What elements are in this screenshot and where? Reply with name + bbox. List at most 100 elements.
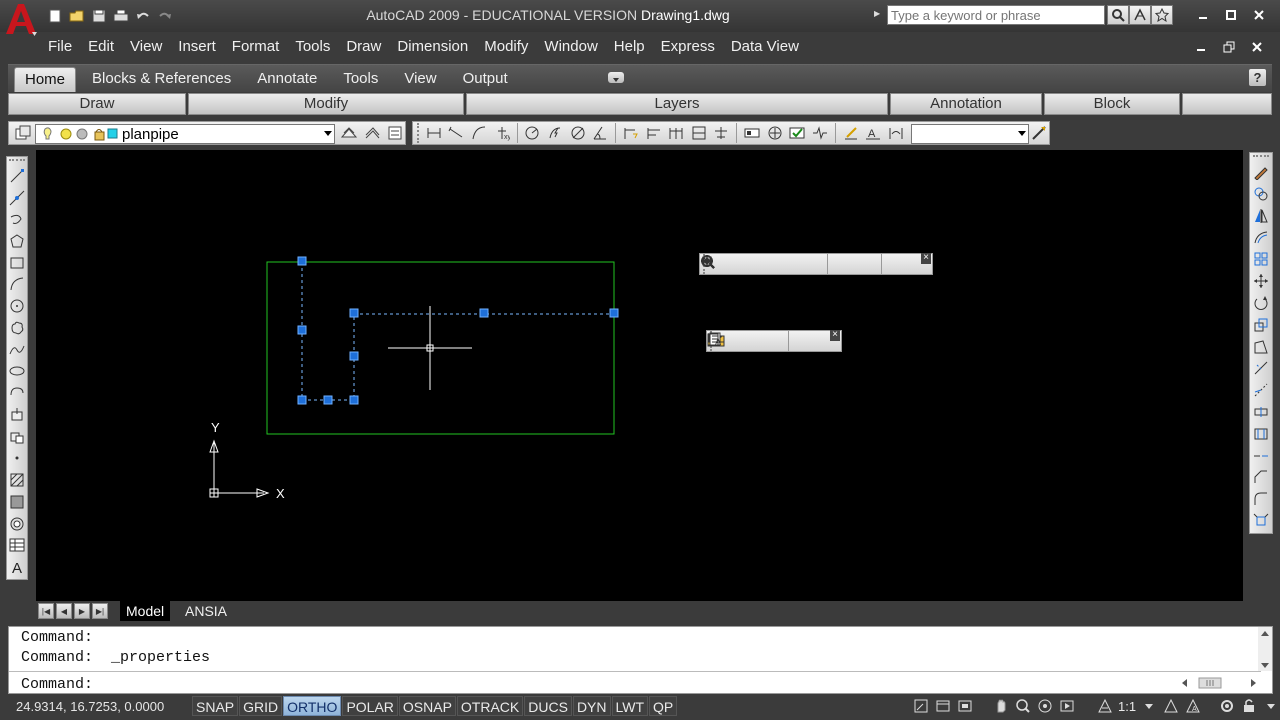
osnap-toggle[interactable]: OSNAP	[398, 696, 456, 716]
linear-dimension-icon[interactable]	[424, 123, 444, 143]
make-block-icon[interactable]	[7, 427, 27, 447]
menu-help[interactable]: Help	[606, 36, 653, 58]
lwt-toggle[interactable]: LWT	[611, 696, 649, 716]
drawing-svg[interactable]: Y X	[36, 150, 1243, 601]
annotation-scale-icon[interactable]	[1096, 697, 1114, 715]
polar-toggle[interactable]: POLAR	[342, 696, 398, 716]
quick-dimension-icon[interactable]	[621, 123, 641, 143]
doc-minimize-icon[interactable]	[1194, 40, 1208, 54]
stretch-icon[interactable]	[1251, 337, 1271, 357]
quick-view-layouts-icon[interactable]	[934, 697, 952, 715]
grid-toggle[interactable]: GRID	[239, 696, 283, 716]
ducs-toggle[interactable]: DUCS	[524, 696, 572, 716]
otrack-toggle[interactable]: OTRACK	[456, 696, 524, 716]
maximize-icon[interactable]	[1224, 8, 1238, 22]
mirror-icon[interactable]	[1251, 206, 1271, 226]
menu-format[interactable]: Format	[224, 36, 288, 58]
help-icon[interactable]: ?	[1249, 69, 1266, 86]
lock-icon[interactable]	[1240, 697, 1258, 715]
aligned-dimension-icon[interactable]	[447, 123, 467, 143]
panel-modify[interactable]: Modify	[188, 93, 464, 115]
menu-file[interactable]: File	[40, 36, 80, 58]
chamfer-icon[interactable]	[1251, 468, 1271, 488]
erase-icon[interactable]	[1251, 162, 1271, 182]
rotate-icon[interactable]	[1251, 293, 1271, 313]
arc-icon[interactable]	[7, 275, 27, 295]
inspection-icon[interactable]	[788, 123, 808, 143]
tab-home[interactable]: Home	[14, 67, 77, 92]
center-mark-icon[interactable]	[765, 123, 785, 143]
layer-previous-icon[interactable]	[362, 123, 382, 143]
construction-line-icon[interactable]	[7, 188, 27, 208]
break-at-point-icon[interactable]	[1251, 402, 1271, 422]
extend-icon[interactable]	[1251, 380, 1271, 400]
menu-data-view[interactable]: Data View	[723, 36, 807, 58]
doc-close-icon[interactable]	[1250, 40, 1264, 54]
move-icon[interactable]	[1251, 271, 1271, 291]
zoom-scale-icon[interactable]	[701, 254, 776, 274]
jogged-dimension-icon[interactable]	[545, 123, 565, 143]
showmotion-icon[interactable]	[1058, 697, 1076, 715]
steering-wheel-icon[interactable]	[1036, 697, 1054, 715]
insert-block-icon[interactable]	[7, 405, 27, 425]
line-icon[interactable]	[7, 166, 27, 186]
make-current-layer-icon[interactable]	[339, 123, 359, 143]
pan-icon[interactable]	[992, 697, 1010, 715]
jogged-linear-icon[interactable]	[810, 123, 830, 143]
grip[interactable]	[609, 308, 619, 318]
zoom-out-icon[interactable]	[701, 254, 876, 274]
table-icon[interactable]	[7, 535, 27, 555]
grip[interactable]	[297, 256, 307, 266]
polyline-icon[interactable]	[7, 209, 27, 229]
selected-polyline[interactable]	[301, 262, 614, 401]
coordinate-display[interactable]: 24.9314, 16.7253, 0.0000	[16, 699, 164, 714]
quick-view-drawings-icon[interactable]	[956, 697, 974, 715]
menu-draw[interactable]: Draw	[338, 36, 389, 58]
circle-icon[interactable]	[7, 296, 27, 316]
layer-properties-icon[interactable]	[13, 123, 33, 143]
panel-annotation[interactable]: Annotation	[890, 93, 1042, 115]
dimension-style-icon[interactable]	[1030, 123, 1050, 143]
zoom-center-icon[interactable]	[701, 254, 799, 274]
menu-view[interactable]: View	[122, 36, 170, 58]
layer-states-icon[interactable]	[385, 123, 405, 143]
menu-dimension[interactable]: Dimension	[389, 36, 476, 58]
next-layout-icon[interactable]: ▶	[74, 603, 90, 619]
polygon-icon[interactable]	[7, 231, 27, 251]
edit-dimension-icon[interactable]	[841, 123, 861, 143]
grip[interactable]	[479, 308, 489, 318]
annotation-scale-value[interactable]: 1:1	[1118, 699, 1136, 714]
grip[interactable]	[349, 308, 359, 318]
command-scrollbar[interactable]	[1258, 627, 1272, 671]
model-space-icon[interactable]	[912, 697, 930, 715]
point-icon[interactable]	[7, 449, 27, 469]
communication-center-icon[interactable]	[1129, 5, 1151, 25]
previous-layout-icon[interactable]: ◀	[56, 603, 72, 619]
horizontal-scrollbar[interactable]	[1179, 675, 1259, 691]
command-window[interactable]: Command: Command: _properties Command:	[8, 626, 1273, 694]
chevron-down-icon[interactable]	[1140, 697, 1158, 715]
doc-restore-icon[interactable]	[1222, 40, 1236, 54]
zoom-object-icon[interactable]	[701, 254, 822, 274]
layer-dropdown[interactable]: planpipe	[35, 124, 335, 144]
region-icon[interactable]	[7, 514, 27, 534]
hatch-icon[interactable]	[7, 470, 27, 490]
close-icon[interactable]	[1252, 8, 1266, 22]
offset-icon[interactable]	[1251, 227, 1271, 247]
grip[interactable]	[323, 395, 333, 405]
search-input[interactable]	[887, 5, 1105, 25]
menu-tools[interactable]: Tools	[287, 36, 338, 58]
tab-ansia[interactable]: ANSIA	[179, 601, 233, 621]
list-icon[interactable]	[709, 331, 814, 351]
zoom-all-icon[interactable]	[701, 254, 907, 274]
menu-express[interactable]: Express	[653, 36, 723, 58]
baseline-dimension-icon[interactable]	[644, 123, 664, 143]
tab-output[interactable]: Output	[453, 67, 518, 92]
close-icon[interactable]: ×	[830, 330, 840, 341]
scale-icon[interactable]	[1251, 315, 1271, 335]
tab-blocks-references[interactable]: Blocks & References	[82, 67, 241, 92]
menu-edit[interactable]: Edit	[80, 36, 122, 58]
spline-icon[interactable]	[7, 340, 27, 360]
chevron-down-icon[interactable]	[1262, 697, 1280, 715]
join-icon[interactable]	[1251, 446, 1271, 466]
